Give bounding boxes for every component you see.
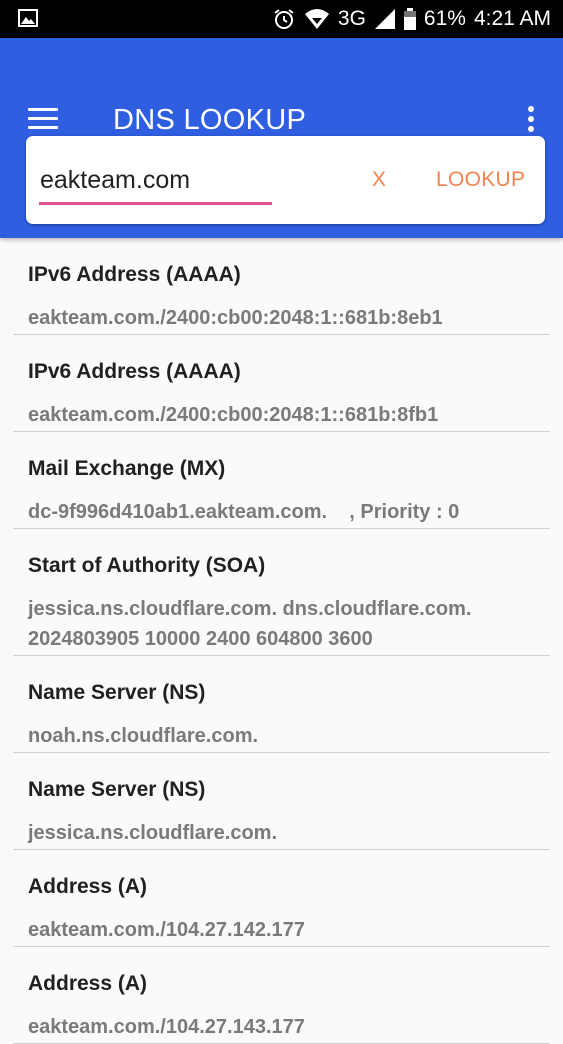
domain-input[interactable] — [39, 158, 272, 205]
record-type: Start of Authority (SOA) — [28, 554, 266, 577]
gallery-icon — [18, 9, 38, 27]
record-type: Address (A) — [28, 875, 148, 898]
list-item: Name Server (NS) jessica.ns.cloudflare.c… — [13, 753, 550, 850]
record-value: eakteam.com./104.27.142.177 — [28, 919, 305, 941]
wifi-icon — [304, 9, 329, 29]
record-value: dc-9f996d410ab1.eakteam.com. , Priority … — [28, 501, 460, 523]
list-item: Start of Authority (SOA) jessica.ns.clou… — [13, 529, 550, 656]
record-type: IPv6 Address (AAAA) — [28, 360, 241, 383]
record-value: eakteam.com./104.27.143.177 — [28, 1016, 305, 1038]
list-item: Address (A) eakteam.com./104.27.143.177 — [13, 947, 550, 1044]
list-item: IPv6 Address (AAAA) eakteam.com./2400:cb… — [13, 238, 550, 335]
record-type: Name Server (NS) — [28, 681, 206, 704]
record-value: noah.ns.cloudflare.com. — [28, 725, 259, 747]
list-item: IPv6 Address (AAAA) eakteam.com./2400:cb… — [13, 335, 550, 432]
clock: 4:21 AM — [473, 7, 551, 30]
clear-button[interactable]: X — [372, 168, 386, 192]
list-item: Name Server (NS) noah.ns.cloudflare.com. — [13, 656, 550, 753]
results-list: IPv6 Address (AAAA) eakteam.com./2400:cb… — [0, 238, 563, 1044]
status-icons: 3G 61% 4:21 AM — [272, 0, 551, 38]
battery-icon — [403, 8, 416, 30]
list-item: Address (A) eakteam.com./104.27.142.177 — [13, 850, 550, 947]
record-value: eakteam.com./2400:cb00:2048:1::681b:8eb1 — [28, 307, 443, 329]
record-type: Name Server (NS) — [28, 778, 206, 801]
page-title: DNS LOOKUP — [113, 104, 307, 136]
alarm-icon — [274, 9, 294, 29]
record-value: eakteam.com./2400:cb00:2048:1::681b:8fb1 — [28, 404, 439, 426]
more-options-icon[interactable] — [525, 106, 535, 136]
list-item: Mail Exchange (MX) dc-9f996d410ab1.eakte… — [13, 432, 550, 529]
record-type: IPv6 Address (AAAA) — [28, 263, 241, 286]
record-type: Mail Exchange (MX) — [28, 457, 226, 480]
menu-icon[interactable] — [28, 108, 60, 132]
record-type: Address (A) — [28, 972, 148, 995]
record-value: jessica.ns.cloudflare.com. — [28, 822, 277, 844]
record-value: jessica.ns.cloudflare.com. dns.cloudflar… — [28, 598, 472, 650]
battery-level: 61% — [423, 7, 466, 30]
lookup-button[interactable]: LOOKUP — [436, 168, 525, 192]
signal-icon — [374, 9, 395, 29]
status-bar: 3G 61% 4:21 AM — [0, 0, 563, 38]
search-card: X LOOKUP — [26, 136, 545, 224]
network-type: 3G — [337, 7, 366, 30]
